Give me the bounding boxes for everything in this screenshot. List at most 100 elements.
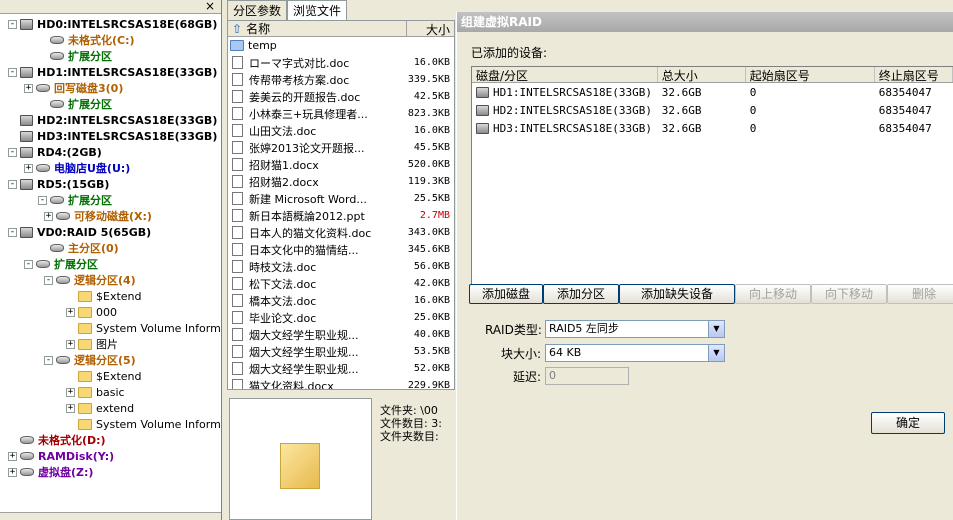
column-disk-partition[interactable]: 磁盘/分区 [472,67,658,82]
horizontal-scrollbar[interactable] [0,512,221,520]
file-row[interactable]: 新日本語概論2012.ppt 2.7MB [228,207,454,224]
collapse-icon[interactable]: - [8,147,17,157]
tree-partition-node[interactable]: + 回写磁盘3(0) [24,80,123,96]
move-down-button[interactable]: 向下移动 [811,284,887,304]
file-row[interactable]: 日本文化中的猫情结... 345.6KB [228,241,454,258]
chevron-down-icon[interactable]: ▼ [708,345,724,361]
tree-disk-node[interactable]: - HD1:INTELSRCSAS18E(33GB) [8,64,217,80]
tree-partition-node[interactable]: 未格式化(D:) [8,432,106,448]
expand-icon[interactable]: + [8,467,17,477]
disk-tree-panel[interactable]: × - HD0:INTELSRCSAS18E(68GB) 未格式化(C:) 扩展分区 -… [0,0,222,520]
expand-icon[interactable]: + [66,307,75,317]
collapse-icon[interactable]: - [8,19,17,29]
tree-folder-node[interactable]: +000 [66,304,117,320]
tree-partition-node[interactable]: + 虚拟盘(Z:) [8,464,93,480]
file-row[interactable]: 传帮带考核方案.doc 339.5KB [228,71,454,88]
tree-partition-node[interactable]: 主分区(0) [38,240,119,256]
expand-icon[interactable]: + [66,387,75,397]
column-end-sector[interactable]: 终止扇区号 [875,67,953,82]
tree-partition-node[interactable]: - 逻辑分区(4) [44,272,136,288]
file-row[interactable]: 张婷2013论文开题报... 45.5KB [228,139,454,156]
tree-partition-node[interactable]: + 电脑店U盘(U:) [24,160,130,176]
expand-icon[interactable]: + [66,403,75,413]
add-missing-device-button[interactable]: 添加缺失设备 [619,284,735,304]
ok-button[interactable]: 确定 [871,412,945,434]
file-row[interactable]: 猫文化资料.docx 229.9KB [228,377,454,389]
tree-partition-node[interactable]: + 可移动磁盘(X:) [44,208,152,224]
tree-folder-node[interactable]: + 图片 [66,336,118,352]
move-up-button[interactable]: 向上移动 [735,284,811,304]
column-name[interactable]: 名称 [246,21,270,37]
tree-partition-node[interactable]: 未格式化(C:) [38,32,135,48]
tree-partition-node[interactable]: 扩展分区 [38,96,112,112]
file-row[interactable]: 小林泰三+玩具修理者... 823.3KB [228,105,454,122]
collapse-icon[interactable]: - [24,259,33,269]
column-size[interactable]: 大小 [406,21,454,37]
tab-browse-files[interactable]: 浏览文件 [287,0,348,20]
device-row[interactable]: HD1:INTELSRCSAS18E(33GB) 32.6GB 0 68354047 [472,83,953,101]
block-size-select[interactable]: 64 KB ▼ [545,344,725,362]
collapse-icon[interactable]: - [8,179,17,189]
tree-partition-node[interactable]: - 逻辑分区(5) [44,352,136,368]
expand-icon[interactable]: + [66,339,75,349]
tree-folder-node[interactable]: $Extend [66,288,142,304]
file-row[interactable]: 松下文法.doc 42.0KB [228,275,454,292]
tree-disk-node[interactable]: - RD4:(2GB) [8,144,102,160]
file-list[interactable]: ⇧ 名称 大小 temp ローマ字式对比.doc 16.0KB 传帮带考核方案.doc 3… [227,20,455,390]
tree-disk-node[interactable]: - RD5:(15GB) [8,176,109,192]
close-icon[interactable]: × [205,0,215,13]
file-row[interactable]: 時枝文法.doc 56.0KB [228,258,454,275]
disk-icon [476,86,489,98]
file-row[interactable]: 烟大文经学生职业规... 52.0KB [228,360,454,377]
file-row[interactable]: temp [228,37,454,54]
chevron-down-icon[interactable]: ▼ [708,321,724,337]
tree-disk-node[interactable]: - HD0:INTELSRCSAS18E(68GB) [8,16,217,32]
tree-partition-node[interactable]: + RAMDisk(Y:) [8,448,114,464]
device-row[interactable]: HD3:INTELSRCSAS18E(33GB) 32.6GB 0 68354047 [472,119,953,137]
file-row[interactable]: 招财猫2.docx 119.3KB [228,173,454,190]
tree-partition-node[interactable]: - 扩展分区 [38,192,112,208]
file-row[interactable]: 烟大文经学生职业规... 53.5KB [228,343,454,360]
file-row[interactable]: 姜美云的开题报告.doc 42.5KB [228,88,454,105]
expand-icon[interactable]: + [8,451,17,461]
delete-button[interactable]: 删除 [887,284,953,304]
delay-input[interactable]: 0 [545,367,629,385]
add-partition-button[interactable]: 添加分区 [543,284,619,304]
tree-disk-node[interactable]: HD2:INTELSRCSAS18E(33GB) [8,112,217,128]
tree-folder-node[interactable]: System Volume Inform [66,416,221,432]
file-row[interactable]: 烟大文经学生职业规... 40.0KB [228,326,454,343]
file-list-header: ⇧ 名称 大小 [228,21,454,37]
collapse-icon[interactable]: - [44,355,53,365]
collapse-icon[interactable]: - [8,67,17,77]
file-row[interactable]: 新建 Microsoft Word... 25.5KB [228,190,454,207]
expand-icon[interactable]: + [24,163,33,173]
file-row[interactable]: 山田文法.doc 16.0KB [228,122,454,139]
up-arrow-icon[interactable]: ⇧ [232,22,242,36]
expand-icon[interactable]: + [24,83,33,93]
tree-disk-node[interactable]: HD3:INTELSRCSAS18E(33GB) [8,128,217,144]
device-row[interactable]: HD2:INTELSRCSAS18E(33GB) 32.6GB 0 68354047 [472,101,953,119]
file-row[interactable]: 橋本文法.doc 16.0KB [228,292,454,309]
collapse-icon[interactable]: - [38,195,47,205]
device-grid[interactable]: 磁盘/分区 总大小 起始扇区号 终止扇区号 HD1:INTELSRCSAS18E… [471,66,953,294]
tree-partition-node[interactable]: - 扩展分区 [24,256,98,272]
file-row[interactable]: 招财猫1.docx 520.0KB [228,156,454,173]
tree-disk-node[interactable]: - VD0:RAID 5(65GB) [8,224,151,240]
column-total-size[interactable]: 总大小 [658,67,746,82]
tree-folder-node[interactable]: + basic [66,384,125,400]
collapse-icon[interactable]: - [44,275,53,285]
tab-partition-params[interactable]: 分区参数 [227,0,288,20]
column-start-sector[interactable]: 起始扇区号 [746,67,875,82]
add-disk-button[interactable]: 添加磁盘 [469,284,543,304]
collapse-icon[interactable]: - [8,227,17,237]
expand-icon[interactable]: + [44,211,53,221]
file-row[interactable]: ローマ字式对比.doc 16.0KB [228,54,454,71]
file-row[interactable]: 毕业论文.doc 25.0KB [228,309,454,326]
build-raid-dialog: 组建虚拟RAID 已添加的设备: 磁盘/分区 总大小 起始扇区号 终止扇区号 H… [456,12,953,520]
file-row[interactable]: 日本人的猫文化资料.doc 343.0KB [228,224,454,241]
tree-folder-node[interactable]: + extend [66,400,134,416]
tree-folder-node[interactable]: $Extend [66,368,142,384]
tree-folder-node[interactable]: System Volume Inform [66,320,221,336]
raid-type-select[interactable]: RAID5 左同步 ▼ [545,320,725,338]
tree-partition-node[interactable]: 扩展分区 [38,48,112,64]
